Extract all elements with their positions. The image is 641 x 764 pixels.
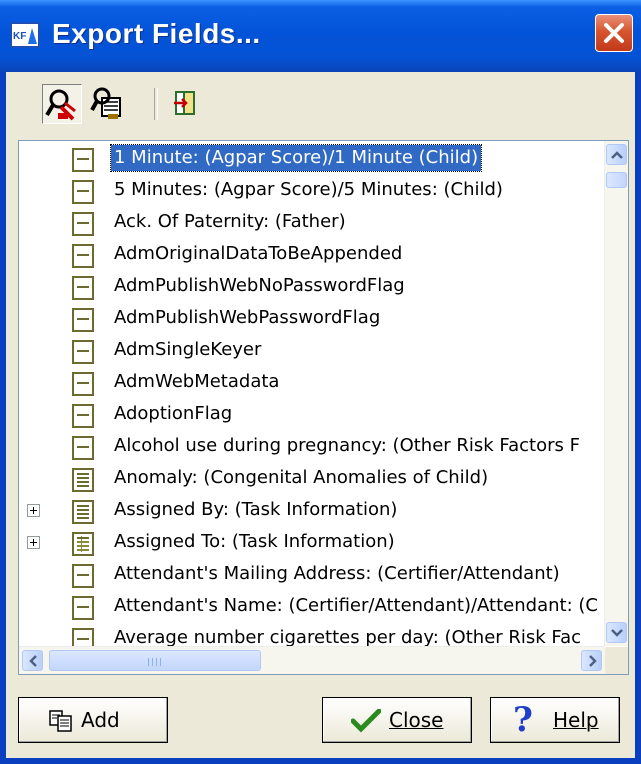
chevron-up-icon [611, 151, 623, 159]
insert-field-button[interactable] [166, 84, 206, 124]
list-item-label: Alcohol use during pregnancy: (Other Ris… [114, 435, 580, 456]
field-icon [72, 180, 94, 204]
find-next-icon [90, 87, 121, 119]
expand-plus-icon[interactable] [27, 504, 40, 517]
list-item[interactable]: AdmWebMetadata [19, 367, 605, 399]
table-field-icon [72, 532, 94, 556]
close-button[interactable]: Close [322, 697, 472, 743]
list-item-label: 5 Minutes: (Agpar Score)/5 Minutes: (Chi… [114, 179, 503, 200]
scrollbar-corner [605, 647, 628, 674]
horizontal-scrollbar[interactable] [19, 646, 605, 674]
help-button[interactable]: ? Help [490, 697, 620, 743]
add-label: Add [81, 708, 120, 732]
list-item[interactable]: Assigned To: (Task Information) [19, 527, 605, 559]
list-item[interactable]: AdoptionFlag [19, 399, 605, 431]
horizontal-scroll-thumb[interactable] [49, 650, 261, 671]
add-button[interactable]: Add [18, 697, 168, 743]
close-icon [604, 23, 624, 43]
field-icon [72, 372, 94, 396]
list-item[interactable]: Assigned By: (Task Information) [19, 495, 605, 527]
field-icon [72, 404, 94, 428]
field-icon [72, 308, 94, 332]
list-item-label: Ack. Of Paternity: (Father) [114, 211, 346, 232]
scroll-down-button[interactable] [606, 622, 627, 643]
scroll-right-button[interactable] [581, 650, 602, 671]
field-icon [72, 340, 94, 364]
list-item[interactable]: AdmOriginalDataToBeAppended [19, 239, 605, 271]
field-icon [72, 596, 94, 620]
scroll-left-button[interactable] [22, 650, 43, 671]
list-item[interactable]: Attendant's Name: (Certifier/Attendant)/… [19, 591, 605, 623]
list-item-label: AdmWebMetadata [114, 371, 280, 392]
list-item[interactable]: AdmPublishWebNoPasswordFlag [19, 271, 605, 303]
help-label: Help [553, 708, 599, 732]
close-window-button[interactable] [595, 14, 633, 52]
vertical-scrollbar[interactable] [604, 141, 628, 646]
list-item-label: 1 Minute: (Agpar Score)/1 Minute (Child) [109, 144, 483, 172]
list-item-label: AdmSingleKeyer [114, 339, 262, 360]
list-item-label: AdmPublishWebNoPasswordFlag [114, 275, 405, 296]
window-title: Export Fields... [52, 18, 261, 49]
multi-field-icon [72, 468, 94, 492]
list-item-label: AdmPublishWebPasswordFlag [114, 307, 381, 328]
list-item[interactable]: Ack. Of Paternity: (Father) [19, 207, 605, 239]
list-item[interactable]: 5 Minutes: (Agpar Score)/5 Minutes: (Chi… [19, 175, 605, 207]
list-item-label: Assigned To: (Task Information) [114, 531, 395, 552]
list-item-label: AdoptionFlag [114, 403, 233, 424]
close-label: Close [389, 708, 444, 732]
list-item[interactable]: 1 Minute: (Agpar Score)/1 Minute (Child) [19, 143, 605, 175]
list-item-label: Average number cigarettes per day: (Othe… [114, 627, 582, 648]
copy-icon [49, 710, 72, 732]
field-icon [72, 212, 94, 236]
field-icon [72, 436, 94, 460]
list-item[interactable]: Alcohol use during pregnancy: (Other Ris… [19, 431, 605, 463]
expand-plus-icon[interactable] [27, 536, 40, 549]
chevron-left-icon [29, 655, 37, 667]
scroll-grip [148, 658, 164, 666]
list-item[interactable]: Average number cigarettes per day: (Othe… [19, 623, 605, 648]
app-logo-icon: KF [10, 22, 40, 48]
fields-list-rows: 1 Minute: (Agpar Score)/1 Minute (Child)… [19, 143, 605, 648]
field-icon [72, 628, 94, 648]
export-fields-dialog: KF Export Fields... 1 Minute: (Agpar Sco… [0, 0, 641, 764]
multi-field-icon [72, 500, 94, 524]
list-item[interactable]: Attendant's Mailing Address: (Certifier/… [19, 559, 605, 591]
field-icon [72, 148, 94, 172]
list-item-label: Assigned By: (Task Information) [114, 499, 398, 520]
list-item-label: Anomaly: (Congenital Anomalies of Child) [114, 467, 489, 488]
list-item-label: Attendant's Mailing Address: (Certifier/… [114, 563, 560, 584]
list-item-label: AdmOriginalDataToBeAppended [114, 243, 403, 264]
svg-text:KF: KF [13, 31, 26, 42]
scroll-up-button[interactable] [606, 144, 627, 165]
title-bar[interactable]: KF Export Fields... [0, 0, 641, 72]
list-item[interactable]: Anomaly: (Congenital Anomalies of Child) [19, 463, 605, 495]
find-button[interactable] [42, 84, 82, 124]
checkmark-icon [351, 709, 381, 733]
list-item-label: Attendant's Name: (Certifier/Attendant)/… [114, 595, 598, 616]
field-icon [72, 564, 94, 588]
question-mark-icon: ? [513, 700, 533, 740]
list-item[interactable]: AdmPublishWebPasswordFlag [19, 303, 605, 335]
list-item[interactable]: AdmSingleKeyer [19, 335, 605, 367]
field-icon [72, 276, 94, 300]
find-next-button[interactable] [88, 84, 128, 124]
field-icon [72, 244, 94, 268]
toolbar-separator [154, 88, 158, 120]
insert-field-icon [174, 91, 195, 115]
toolbar [20, 84, 200, 128]
chevron-down-icon [611, 629, 623, 637]
chevron-right-icon [589, 655, 597, 667]
vertical-scroll-thumb[interactable] [606, 172, 627, 188]
fields-list[interactable]: 1 Minute: (Agpar Score)/1 Minute (Child)… [18, 140, 629, 675]
find-icon [45, 89, 76, 121]
